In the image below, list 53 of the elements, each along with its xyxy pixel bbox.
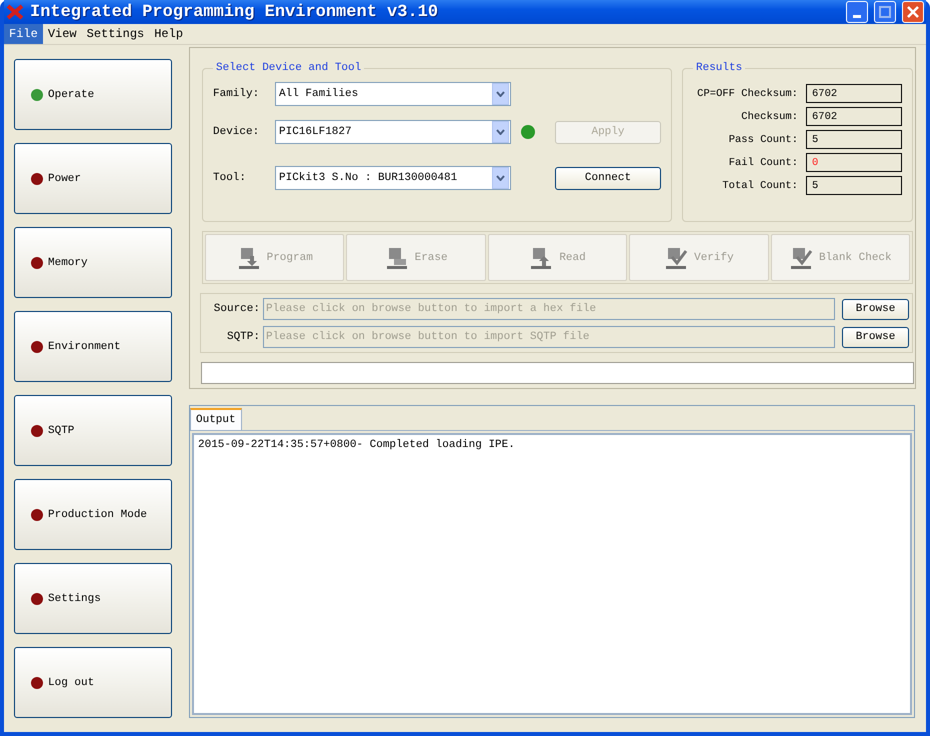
result-value: 5 (806, 176, 902, 195)
close-button[interactable] (902, 1, 924, 23)
file-path-field[interactable]: Please click on browse button to import a hex file (263, 298, 835, 320)
device-dropdown[interactable]: PIC16LF1827 (275, 120, 511, 144)
sidebar-button[interactable]: Power (14, 143, 172, 214)
field-label: Device: (213, 126, 260, 138)
group-title: Select Device and Tool (215, 62, 362, 74)
minimize-icon (853, 14, 861, 18)
field-label: Source: (212, 303, 260, 315)
tool-dropdown[interactable]: PICkit3 S.No : BUR130000481 (275, 166, 511, 190)
result-label: Total Count: (722, 180, 798, 192)
field-label: Tool: (213, 172, 248, 184)
message-field[interactable] (201, 362, 914, 384)
sidebar-button[interactable]: Memory (14, 227, 172, 298)
menu-item[interactable]: Settings (82, 24, 150, 44)
sidebar-button[interactable]: Settings (14, 563, 172, 634)
menu-item[interactable]: Help (149, 24, 188, 44)
result-value: 5 (806, 130, 902, 149)
result-label: Fail Count: (728, 156, 798, 168)
field-label: Family: (213, 88, 260, 100)
output-tab[interactable]: Output (190, 408, 242, 430)
family-dropdown[interactable]: All Families (275, 82, 511, 106)
menu-item[interactable]: File (4, 24, 43, 44)
chip-icon (384, 246, 409, 270)
chip-icon (529, 246, 554, 270)
sidebar-button[interactable]: SQTP (14, 395, 172, 466)
file-path-field[interactable]: Please click on browse button to import SQTP file (263, 326, 835, 348)
sidebar-button[interactable]: Production Mode (14, 479, 172, 550)
connect-button[interactable]: Connect (555, 166, 661, 190)
maximize-button[interactable] (874, 1, 896, 23)
result-label: Pass Count: (728, 134, 798, 146)
chip-icon (236, 246, 261, 270)
sidebar-button[interactable]: Operate (14, 59, 172, 130)
window-title: Integrated Programming Environment v3.10 (30, 2, 440, 22)
minimize-button[interactable] (846, 1, 868, 23)
maximize-icon (879, 6, 891, 18)
log-line: 2015-09-22T14:35:57+0800- Completed loading IPE. (198, 439, 516, 451)
browse-button[interactable]: Browse (842, 326, 909, 348)
chip-icon (789, 246, 814, 270)
result-label: CP=OFF Checksum: (697, 88, 798, 100)
chip-icon (664, 246, 688, 270)
result-value: 6702 (806, 107, 902, 126)
field-label: SQTP: (226, 331, 260, 343)
sidebar-button[interactable]: Environment (14, 311, 172, 382)
result-label: Checksum: (741, 110, 798, 122)
app-logo-icon (6, 4, 24, 20)
result-value: 6702 (806, 84, 902, 103)
group-title: Results (695, 62, 744, 74)
result-value: 0 (806, 153, 902, 172)
close-icon (907, 6, 919, 18)
menu-item[interactable]: View (42, 24, 82, 44)
sidebar-button[interactable]: Log out (14, 647, 172, 718)
browse-button[interactable]: Browse (842, 298, 909, 320)
